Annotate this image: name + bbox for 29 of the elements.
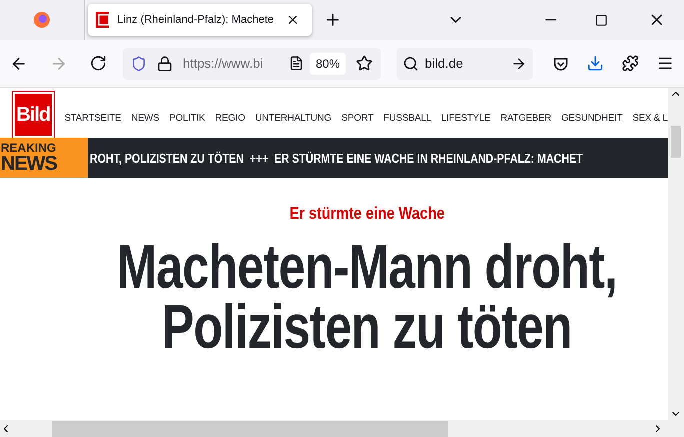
nav-link[interactable]: REGIO — [215, 113, 246, 124]
address-bar[interactable]: https://www.bi 80% — [123, 48, 382, 80]
article-kicker: Er stürmte eine Wache — [289, 204, 445, 224]
url-text: https://www.bi — [183, 56, 264, 71]
nav-link[interactable]: GESUNDHEIT — [561, 113, 623, 124]
search-text: bild.de — [425, 56, 464, 71]
site-logo[interactable]: Bild — [13, 92, 54, 138]
nav-link[interactable]: POLITIK — [170, 113, 206, 124]
nav-link[interactable]: RATGEBER — [500, 113, 552, 124]
browser-logo-icon[interactable] — [33, 11, 51, 29]
article-headline: Macheten-Mann droht, Polizisten zu töten — [116, 238, 618, 358]
nav-link[interactable]: NEWS — [131, 113, 160, 124]
tab-title: Linz (Rheinland-Pfalz): Machete — [117, 14, 274, 26]
nav-link[interactable]: SPORT — [342, 113, 374, 124]
search-icon — [403, 56, 420, 72]
scrollbar-thumb[interactable] — [671, 126, 681, 158]
zoom-button[interactable]: 80% — [310, 52, 346, 74]
news-label-text: NEWS — [1, 154, 57, 174]
nav-link[interactable]: FUSSBALL — [384, 113, 432, 124]
search-field[interactable]: bild.de — [397, 48, 533, 80]
news-ticker-text[interactable]: ROHT, POLIZISTEN ZU TÖTEN +++ ER STÜRMTE EINE WACHE IN RHEINLAND-PFALZ: MACHET — [90, 150, 584, 166]
nav-link[interactable]: SEX & L — [632, 113, 668, 124]
breaking-label-text: REAKING — [1, 142, 56, 154]
scrollbar-thumb[interactable] — [52, 420, 448, 436]
site-favicon-icon — [96, 12, 110, 28]
nav-link[interactable]: LIFESTYLE — [441, 113, 491, 124]
nav-link[interactable]: STARTSEITE — [64, 113, 122, 124]
browser-tab[interactable]: Linz (Rheinland-Pfalz): Machete — [88, 4, 312, 36]
nav-link[interactable]: UNTERHALTUNG — [255, 113, 332, 124]
